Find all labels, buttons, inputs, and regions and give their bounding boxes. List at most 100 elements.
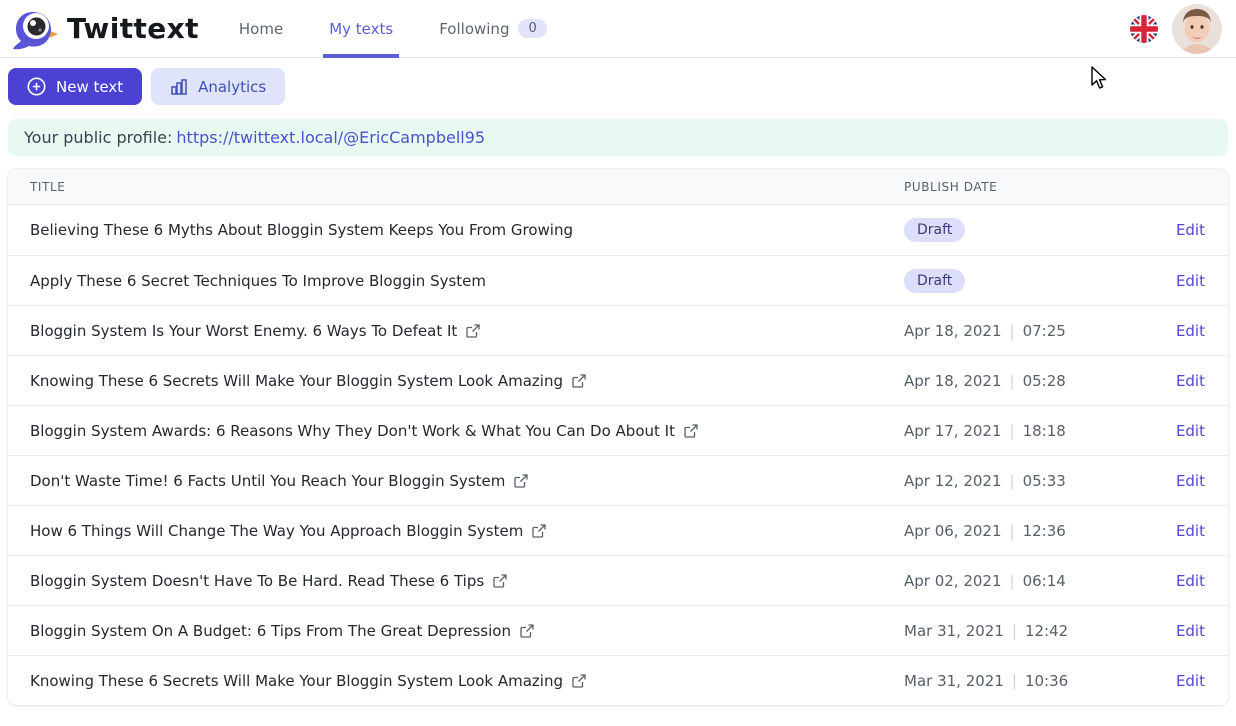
table-row: Knowing These 6 Secrets Will Make Your B…	[8, 655, 1228, 705]
date-time-separator: |	[1011, 671, 1017, 690]
publish-time: 10:36	[1024, 671, 1069, 690]
table-row: Believing These 6 Myths About Bloggin Sy…	[8, 205, 1228, 255]
bar-chart-icon	[171, 78, 187, 95]
external-link-icon[interactable]	[493, 573, 507, 588]
table-row: How 6 Things Will Change The Way You App…	[8, 505, 1228, 555]
publish-date: Apr 17, 2021	[904, 421, 1002, 440]
row-title: Apply These 6 Secret Techniques To Impro…	[8, 272, 904, 290]
table-body: Believing These 6 Myths About Bloggin Sy…	[8, 205, 1228, 705]
publish-datetime: Apr 02, 2021 | 06:14	[904, 572, 1066, 590]
new-text-button[interactable]: New text	[8, 68, 143, 105]
edit-link[interactable]: Edit	[1176, 622, 1205, 640]
edit-link[interactable]: Edit	[1176, 522, 1205, 540]
row-publish-date: Draft	[904, 218, 1154, 242]
publish-time: 18:18	[1022, 421, 1066, 440]
public-profile-text: Your public profile:	[24, 128, 173, 147]
app-header: Twittext Home My texts Following 0	[0, 0, 1236, 58]
row-publish-date: Mar 31, 2021 | 12:42	[904, 622, 1154, 640]
edit-link[interactable]: Edit	[1176, 422, 1205, 440]
publish-time: 06:14	[1022, 571, 1066, 590]
publish-time: 12:42	[1024, 621, 1069, 640]
external-link-icon[interactable]	[466, 323, 480, 338]
row-title: Bloggin System Is Your Worst Enemy. 6 Wa…	[8, 322, 904, 340]
row-title-text: Bloggin System Is Your Worst Enemy. 6 Wa…	[30, 321, 458, 340]
nav-item-badge: 0	[518, 19, 547, 38]
row-title: Bloggin System Awards: 6 Reasons Why The…	[8, 422, 904, 440]
publish-time: 05:28	[1022, 371, 1066, 390]
publish-time: 05:33	[1022, 471, 1066, 490]
nav-item-following[interactable]: Following 0	[439, 0, 547, 57]
date-time-separator: |	[1009, 471, 1015, 490]
row-title-text: Bloggin System Doesn't Have To Be Hard. …	[30, 571, 485, 590]
nav-item-home[interactable]: Home	[239, 0, 283, 57]
row-title: Knowing These 6 Secrets Will Make Your B…	[8, 372, 904, 390]
external-link-icon[interactable]	[520, 623, 534, 638]
external-link-icon[interactable]	[532, 523, 546, 538]
public-profile-link[interactable]: https://twittext.local/@EricCampbell95	[176, 128, 485, 147]
publish-date: Apr 06, 2021	[904, 521, 1002, 540]
date-time-separator: |	[1009, 571, 1015, 590]
edit-link[interactable]: Edit	[1176, 272, 1205, 290]
publish-time: 07:25	[1022, 321, 1066, 340]
edit-link[interactable]: Edit	[1176, 672, 1205, 690]
edit-link[interactable]: Edit	[1176, 472, 1205, 490]
row-title-text: How 6 Things Will Change The Way You App…	[30, 521, 524, 540]
avatar[interactable]	[1172, 3, 1222, 54]
row-title-text: Believing These 6 Myths About Bloggin Sy…	[30, 221, 573, 239]
edit-link[interactable]: Edit	[1176, 572, 1205, 590]
analytics-button[interactable]: Analytics	[151, 68, 286, 105]
row-publish-date: Apr 18, 2021 | 07:25	[904, 322, 1154, 340]
table-row: Bloggin System Is Your Worst Enemy. 6 Wa…	[8, 305, 1228, 355]
texts-table: TITLE PUBLISH DATE Believing These 6 Myt…	[8, 169, 1228, 705]
nav-item-my-texts[interactable]: My texts	[323, 0, 400, 58]
row-publish-date: Apr 12, 2021 | 05:33	[904, 472, 1154, 490]
row-title-text: Apply These 6 Secret Techniques To Impro…	[30, 271, 487, 290]
draft-badge: Draft	[904, 218, 966, 242]
external-link-icon[interactable]	[684, 423, 698, 438]
table-row: Bloggin System Doesn't Have To Be Hard. …	[8, 555, 1228, 605]
nav-item-label: My texts	[329, 19, 394, 38]
row-title-text: Don't Waste Time! 6 Facts Until You Reac…	[30, 471, 506, 490]
edit-link[interactable]: Edit	[1176, 322, 1205, 340]
publish-date: Mar 31, 2021	[904, 671, 1004, 690]
date-time-separator: |	[1009, 321, 1015, 340]
row-title: Bloggin System On A Budget: 6 Tips From …	[8, 622, 904, 640]
table-row: Bloggin System Awards: 6 Reasons Why The…	[8, 405, 1228, 455]
nav-item-label: Following	[439, 19, 510, 38]
external-link-icon[interactable]	[572, 373, 586, 388]
row-title-text: Knowing These 6 Secrets Will Make Your B…	[30, 371, 564, 390]
publish-datetime: Mar 31, 2021 | 12:42	[904, 622, 1068, 640]
analytics-label: Analytics	[198, 77, 267, 96]
table-row: Bloggin System On A Budget: 6 Tips From …	[8, 605, 1228, 655]
date-time-separator: |	[1011, 621, 1017, 640]
brand-title: Twittext	[67, 12, 199, 45]
edit-link[interactable]: Edit	[1176, 221, 1205, 239]
new-text-label: New text	[56, 77, 124, 96]
uk-flag-icon[interactable]	[1130, 14, 1158, 43]
publish-datetime: Apr 18, 2021 | 07:25	[904, 322, 1066, 340]
publish-date: Apr 12, 2021	[904, 471, 1002, 490]
publish-datetime: Apr 06, 2021 | 12:36	[904, 522, 1066, 540]
row-publish-date: Draft	[904, 268, 1154, 293]
edit-link[interactable]: Edit	[1176, 372, 1205, 390]
publish-datetime: Apr 12, 2021 | 05:33	[904, 472, 1066, 490]
public-profile-banner: Your public profile: https://twittext.loc…	[8, 119, 1228, 156]
publish-datetime: Apr 18, 2021 | 05:28	[904, 372, 1066, 390]
external-link-icon[interactable]	[572, 673, 586, 688]
row-title-text: Bloggin System On A Budget: 6 Tips From …	[30, 621, 511, 640]
table-row: Knowing These 6 Secrets Will Make Your B…	[8, 355, 1228, 405]
column-header-publish-date: PUBLISH DATE	[904, 179, 998, 194]
row-publish-date: Apr 02, 2021 | 06:14	[904, 572, 1154, 590]
table-row: Don't Waste Time! 6 Facts Until You Reac…	[8, 455, 1228, 505]
row-title: Believing These 6 Myths About Bloggin Sy…	[8, 221, 904, 239]
table-header-row: TITLE PUBLISH DATE	[8, 169, 1228, 205]
row-title: How 6 Things Will Change The Way You App…	[8, 522, 904, 540]
row-publish-date: Apr 06, 2021 | 12:36	[904, 522, 1154, 540]
publish-date: Apr 02, 2021	[904, 571, 1002, 590]
row-title-text: Knowing These 6 Secrets Will Make Your B…	[30, 671, 564, 690]
external-link-icon[interactable]	[514, 473, 529, 488]
date-time-separator: |	[1009, 371, 1015, 390]
row-title: Knowing These 6 Secrets Will Make Your B…	[8, 672, 904, 690]
column-header-title: TITLE	[30, 179, 66, 194]
publish-datetime: Mar 31, 2021 | 10:36	[904, 672, 1068, 690]
